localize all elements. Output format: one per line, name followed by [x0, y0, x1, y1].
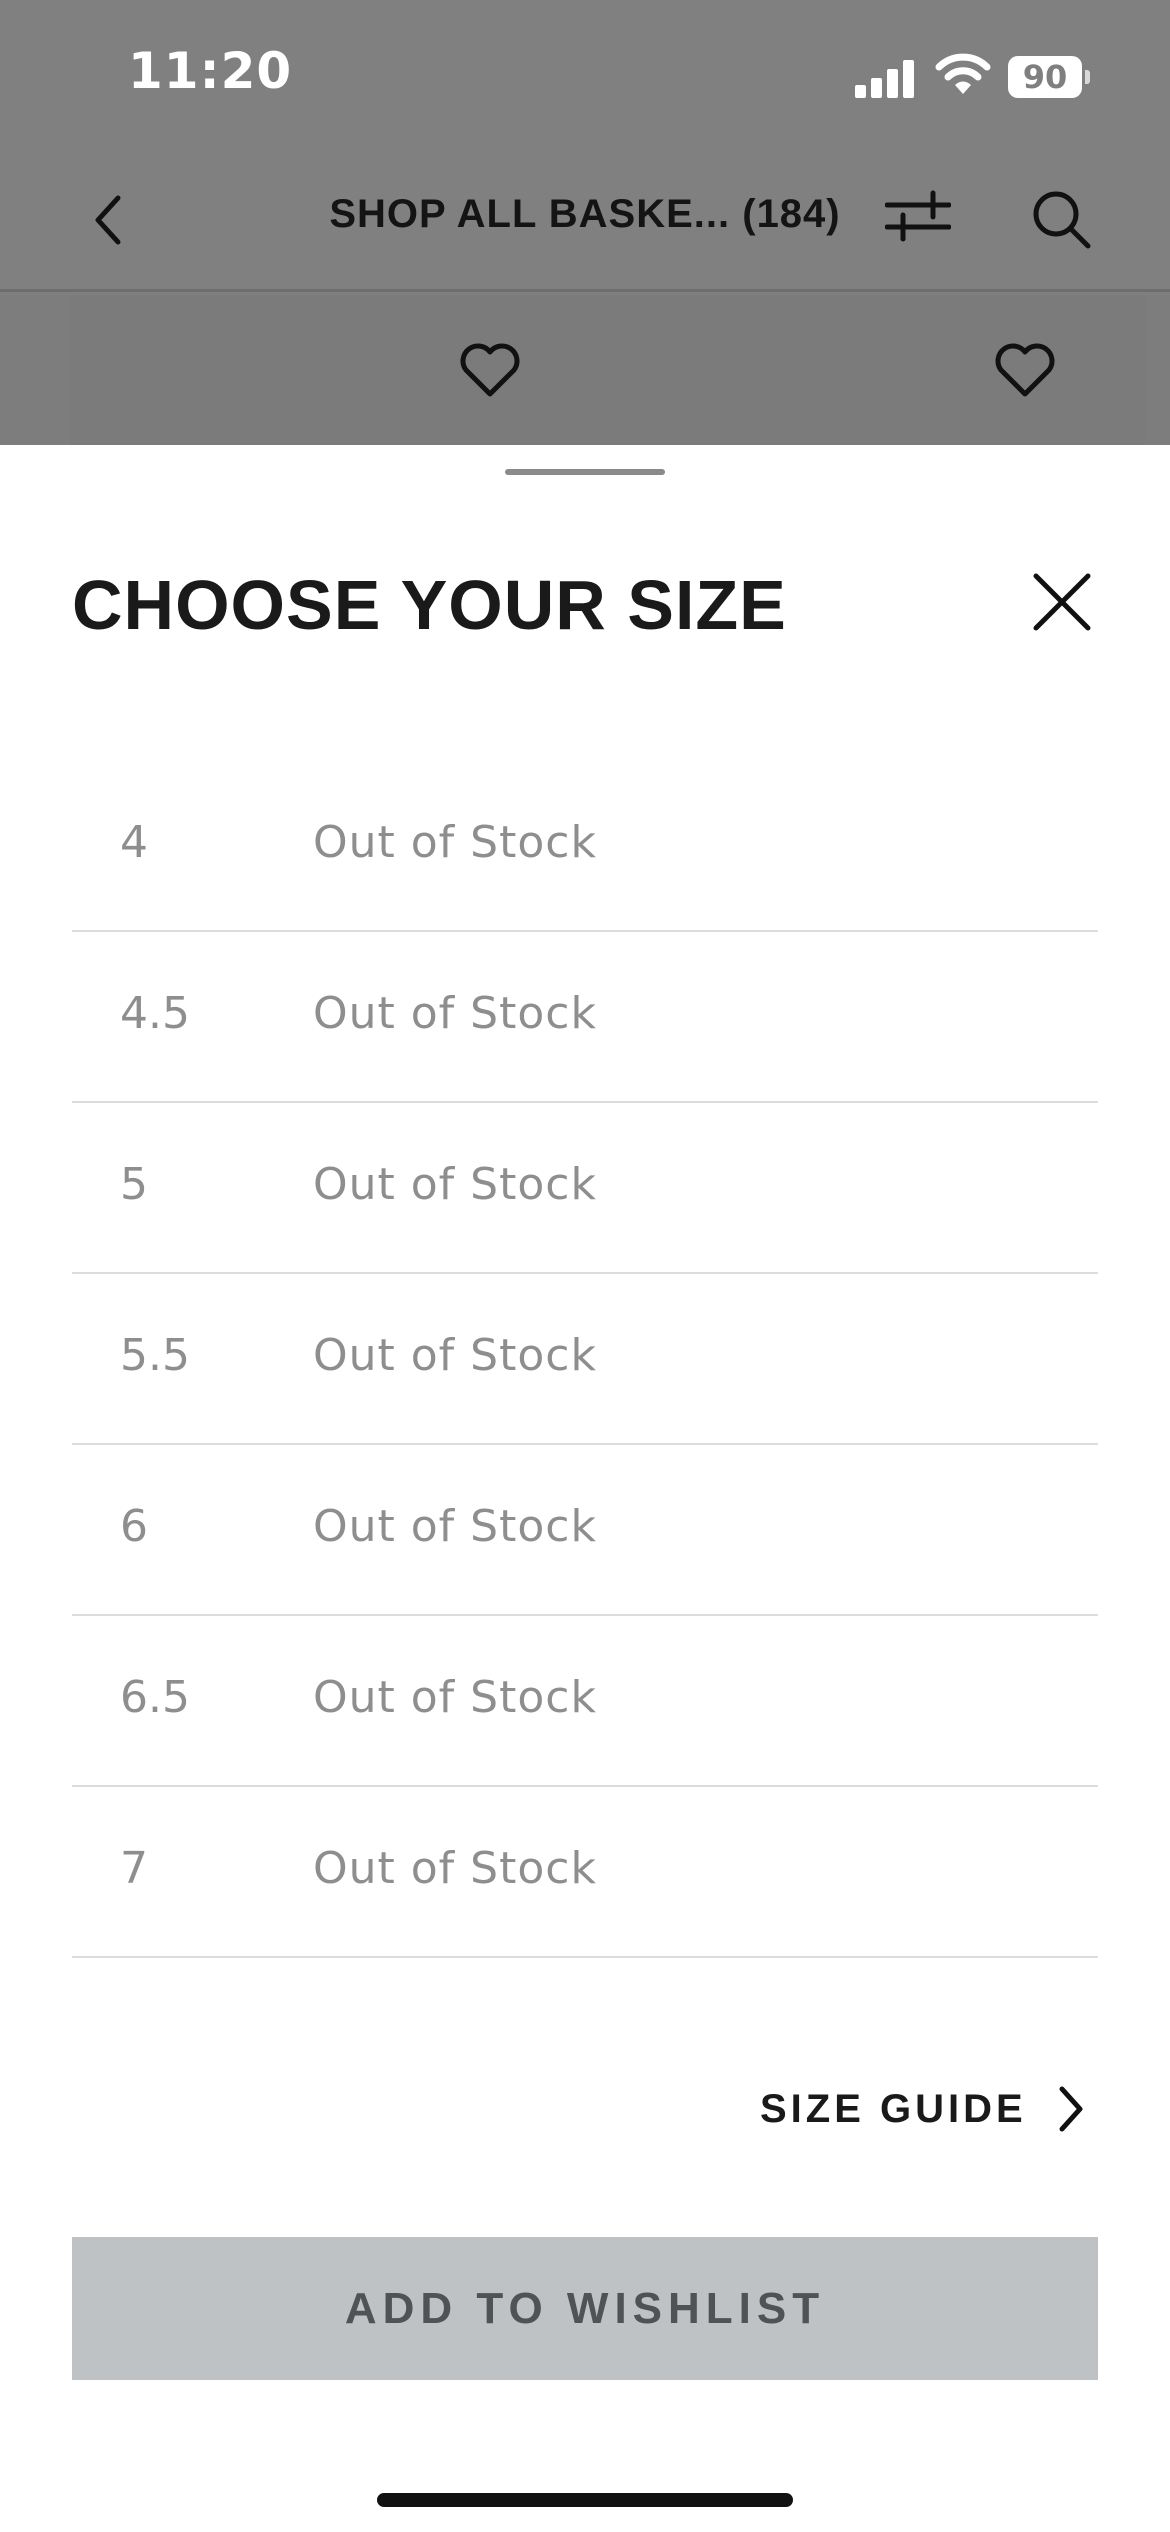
heart-icon[interactable] [993, 342, 1057, 398]
size-value: 4.5 [120, 988, 190, 1039]
battery-icon: 90 [1008, 56, 1090, 98]
size-sheet: CHOOSE YOUR SIZE 4 Out of Stock 4.5 Out … [0, 445, 1170, 2532]
stock-status: Out of Stock [313, 817, 597, 868]
size-row[interactable]: 4.5 Out of Stock [72, 932, 1098, 1103]
heart-icon[interactable] [458, 342, 522, 398]
size-value: 6 [120, 1501, 148, 1552]
size-row[interactable]: 6.5 Out of Stock [72, 1616, 1098, 1787]
size-row[interactable]: 5 Out of Stock [72, 1103, 1098, 1274]
status-time: 11:20 [128, 42, 293, 100]
search-icon[interactable] [1030, 188, 1092, 250]
stock-status: Out of Stock [313, 1159, 597, 1210]
size-row[interactable]: 5.5 Out of Stock [72, 1274, 1098, 1445]
stock-status: Out of Stock [313, 1330, 597, 1381]
nav-bar: SHOP ALL BASKE... (184) [0, 150, 1170, 292]
status-bar: 11:20 90 [0, 0, 1170, 150]
stock-status: Out of Stock [313, 1843, 597, 1894]
add-to-wishlist-button[interactable]: ADD TO WISHLIST [72, 2237, 1098, 2380]
signal-icon [855, 58, 915, 98]
battery-level: 90 [1022, 58, 1068, 96]
stock-status: Out of Stock [313, 988, 597, 1039]
size-row[interactable]: 7 Out of Stock [72, 1787, 1098, 1958]
size-value: 4 [120, 817, 148, 868]
product-grid [0, 295, 1170, 445]
size-guide-link[interactable]: SIZE GUIDE [750, 2075, 1100, 2145]
filter-icon[interactable] [885, 185, 951, 245]
product-card[interactable] [605, 295, 1145, 445]
stock-status: Out of Stock [313, 1501, 597, 1552]
size-value: 6.5 [120, 1672, 190, 1723]
size-value: 7 [120, 1843, 148, 1894]
size-value: 5 [120, 1159, 148, 1210]
back-icon[interactable] [88, 190, 128, 250]
size-value: 5.5 [120, 1330, 190, 1381]
product-card[interactable] [70, 295, 610, 445]
chevron-right-icon [1059, 2086, 1083, 2132]
size-row[interactable]: 4 Out of Stock [72, 761, 1098, 932]
size-list: 4 Out of Stock 4.5 Out of Stock 5 Out of… [72, 761, 1098, 1958]
sheet-grabber[interactable] [505, 469, 665, 475]
add-to-wishlist-label: ADD TO WISHLIST [344, 2284, 826, 2333]
home-indicator [377, 2493, 793, 2507]
close-icon[interactable] [1030, 570, 1094, 634]
size-row[interactable]: 6 Out of Stock [72, 1445, 1098, 1616]
size-guide-label: SIZE GUIDE [760, 2087, 1027, 2131]
wifi-icon [935, 53, 991, 94]
sheet-title: CHOOSE YOUR SIZE [72, 566, 787, 644]
stock-status: Out of Stock [313, 1672, 597, 1723]
page-title: SHOP ALL BASKE... (184) [329, 192, 841, 236]
